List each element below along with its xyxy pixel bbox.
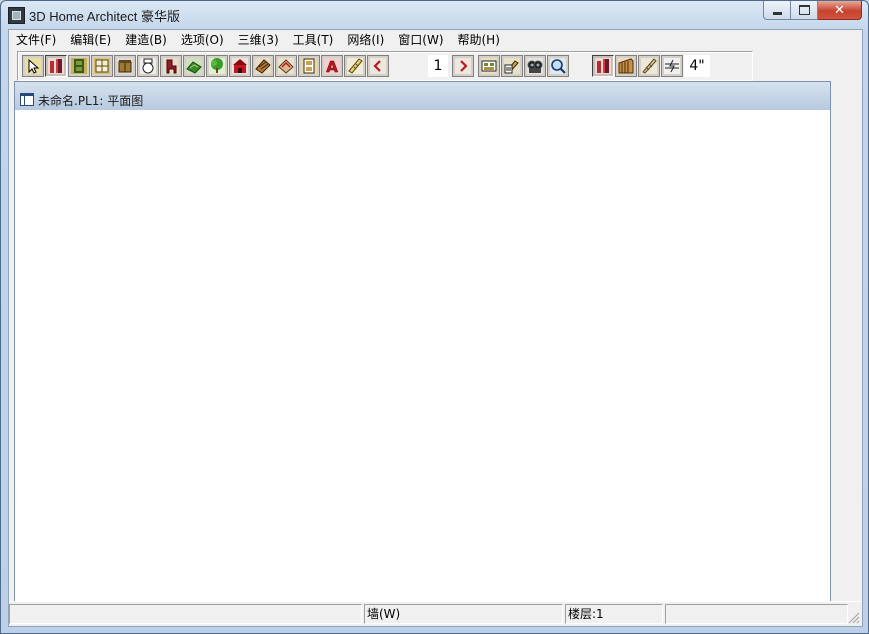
roof-icon xyxy=(255,58,271,74)
maximize-button[interactable] xyxy=(791,1,818,20)
plant-tool-button[interactable] xyxy=(206,55,228,77)
tree-icon xyxy=(209,58,225,74)
plan-canvas[interactable] xyxy=(15,111,830,602)
wall-break-icon xyxy=(664,58,680,74)
chevron-left-icon xyxy=(370,58,386,74)
main-toolbar: A 1 4" xyxy=(17,51,753,81)
dimension-tool-button[interactable] xyxy=(344,55,366,77)
stairs-icon xyxy=(278,58,294,74)
status-message-pane xyxy=(9,604,362,624)
window-title: 3D Home Architect 豪华版 xyxy=(29,9,180,24)
materials-icon xyxy=(504,58,520,74)
toilet-icon xyxy=(140,58,156,74)
floor-down-button[interactable] xyxy=(367,55,389,77)
menu-3d[interactable]: 三维(3) xyxy=(231,30,286,50)
document-title-bar[interactable]: 未命名.PL1: 平面图 xyxy=(15,82,830,110)
elevation-view-button[interactable] xyxy=(478,55,500,77)
app-icon[interactable] xyxy=(8,7,25,24)
menu-help[interactable]: 帮助(H) xyxy=(451,30,507,50)
title-bar[interactable]: 3D Home Architect 豪华版 ✕ xyxy=(0,0,869,29)
terrain-icon xyxy=(186,58,202,74)
menu-tools[interactable]: 工具(T) xyxy=(286,30,341,50)
mdi-background-strip xyxy=(831,80,862,601)
ruler-icon xyxy=(347,58,363,74)
stair-tool-button[interactable] xyxy=(275,55,297,77)
close-icon: ✕ xyxy=(834,2,845,18)
fixture-tool-button[interactable] xyxy=(137,55,159,77)
wall-tool-button[interactable] xyxy=(45,55,67,77)
document-icon[interactable] xyxy=(20,93,34,106)
menu-network[interactable]: 网络(I) xyxy=(340,30,391,50)
menu-file[interactable]: 文件(F) xyxy=(9,30,63,50)
select-tool-button[interactable] xyxy=(22,55,44,77)
wall-type-button[interactable] xyxy=(592,55,614,77)
wall-icon xyxy=(595,58,611,74)
door-tool-button[interactable] xyxy=(68,55,90,77)
cabinet-icon xyxy=(117,58,133,74)
status-floor: 楼层:1 xyxy=(565,604,663,624)
maximize-icon xyxy=(798,5,810,15)
railing-tool-button[interactable] xyxy=(615,55,637,77)
close-button[interactable]: ✕ xyxy=(818,1,862,20)
terrain-tool-button[interactable] xyxy=(183,55,205,77)
menu-window[interactable]: 窗口(W) xyxy=(391,30,450,50)
magnifier-icon xyxy=(550,58,566,74)
client-area: 文件(F) 编辑(E) 建造(B) 选项(O) 三维(3) 工具(T) 网络(I… xyxy=(8,29,863,627)
camera-view-button[interactable] xyxy=(524,55,546,77)
menu-options[interactable]: 选项(O) xyxy=(174,30,231,50)
roof-tool-button[interactable] xyxy=(252,55,274,77)
zoom-tool-button[interactable] xyxy=(547,55,569,77)
current-floor-number: 1 xyxy=(428,55,448,77)
window-tool-button[interactable] xyxy=(91,55,113,77)
minimize-button[interactable] xyxy=(763,1,791,20)
chevron-right-icon xyxy=(455,58,471,74)
camera-icon xyxy=(527,58,543,74)
elevation-icon xyxy=(481,58,497,74)
document-window[interactable]: 未命名.PL1: 平面图 xyxy=(14,81,831,603)
material-list-button[interactable] xyxy=(501,55,523,77)
fence-tool-button[interactable] xyxy=(638,55,660,77)
menu-bar: 文件(F) 编辑(E) 建造(B) 选项(O) 三维(3) 工具(T) 网络(I… xyxy=(9,30,862,50)
status-extra-pane xyxy=(665,604,848,624)
text-a-icon: A xyxy=(324,58,340,75)
floor-up-button[interactable] xyxy=(452,55,474,77)
window-controls: ✕ xyxy=(763,1,862,20)
house-red-icon xyxy=(232,58,248,74)
cabinet-tool-button[interactable] xyxy=(114,55,136,77)
room-tool-button[interactable] xyxy=(229,55,251,77)
svg-text:A: A xyxy=(326,58,338,75)
menu-edit[interactable]: 编辑(E) xyxy=(63,30,118,50)
menu-build[interactable]: 建造(B) xyxy=(118,30,174,50)
door-icon xyxy=(71,58,87,74)
text-tool-button[interactable]: A xyxy=(321,55,343,77)
resize-grip-icon[interactable] xyxy=(848,612,860,624)
library-tool-button[interactable] xyxy=(298,55,320,77)
wall-icon xyxy=(48,58,64,74)
library-icon xyxy=(301,58,317,74)
document-title: 未命名.PL1: 平面图 xyxy=(38,94,144,108)
minimize-icon xyxy=(772,11,782,15)
railing-icon xyxy=(618,58,634,74)
pointer-arrow-icon xyxy=(25,58,41,74)
furniture-tool-button[interactable] xyxy=(160,55,182,77)
fence-icon xyxy=(641,58,657,74)
break-wall-button[interactable] xyxy=(661,55,683,77)
chair-icon xyxy=(163,58,179,74)
window-icon xyxy=(94,58,110,74)
wall-thickness-value[interactable]: 4" xyxy=(684,55,710,77)
status-bar: 墙(W) 楼层:1 xyxy=(9,601,862,626)
status-mode: 墙(W) xyxy=(364,604,563,624)
